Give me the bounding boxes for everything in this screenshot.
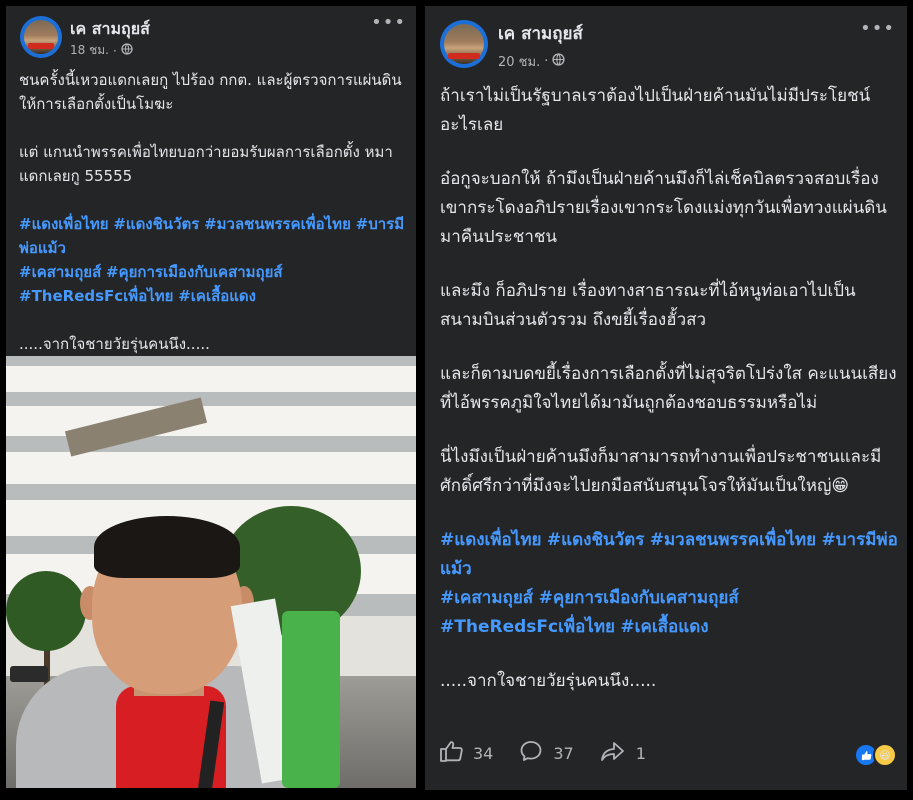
post-meta: 20 ชม. · — [498, 51, 565, 72]
author-avatar[interactable] — [440, 20, 488, 68]
comment-icon — [519, 740, 543, 766]
reaction-summary[interactable]: 😆 — [854, 743, 897, 767]
hashtag-line: #แดงเพื่อไทย #แดงชินวัตร #มวลชนพรรคเพื่อ… — [440, 526, 898, 584]
author-name[interactable]: เค สามถุยส์ — [498, 20, 583, 47]
post-actions: 34 37 1 — [439, 740, 646, 766]
hashtag-link[interactable]: #แดงเพื่อไทย — [19, 215, 109, 233]
like-count: 34 — [473, 743, 494, 763]
post-time[interactable]: 20 ชม. — [498, 51, 540, 72]
hashtag-line: #เคสามถุยส์ #คุยการเมืองกับเคสามถุยส์ — [440, 584, 898, 613]
hashtag-line: #TheRedsFcเพื่อไทย #เคเสื้อแดง — [440, 613, 898, 642]
post-card-right: เค สามถุยส์ 20 ชม. · ••• ถ้าเราไม่เป็นรั… — [425, 6, 907, 790]
hashtag-link[interactable]: #เคสามถุยส์ — [440, 588, 533, 608]
post-paragraph: แต่ แกนนำพรรคเพื่อไทยบอกว่ายอมรับผลการเล… — [19, 143, 393, 185]
post-signature: .....จากใจชายวัยรุ่นคนนึง..... — [440, 671, 657, 691]
hashtag-link[interactable]: #เคสามถุยส์ — [19, 263, 101, 281]
hashtag-link[interactable]: #TheRedsFcเพื่อไทย — [440, 617, 615, 637]
hashtag-link[interactable]: #คุยการเมืองกับเคสามถุยส์ — [539, 588, 739, 608]
share-button[interactable]: 1 — [600, 740, 646, 766]
post-signature: .....จากใจชายวัยรุ่นคนนึง..... — [19, 335, 210, 353]
post-paragraph: นี่ไงมึงเป็นฝ่ายค้านมึงก็มาสามารถทำงานเพ… — [440, 447, 882, 496]
post-paragraph: อ๋อกูจะบอกให้ ถ้ามึงเป็นฝ่ายค้านมึงก็ไล่… — [440, 169, 887, 247]
post-paragraph: ชนครั้งนี้เหวอแดกเลยกู ไปร้อง กกต. และผู… — [19, 71, 402, 113]
haha-reaction-icon: 😆 — [873, 743, 897, 767]
post-paragraph: และมึง ก็อภิปราย เรื่องทางสาธารณะที่ไอ้ห… — [440, 281, 856, 330]
post-paragraph: ถ้าเราไม่เป็นรัฐบาลเราต้องไปเป็นฝ่ายค้าน… — [440, 86, 871, 135]
more-icon[interactable]: ••• — [860, 18, 895, 39]
hashtag-link[interactable]: #คุยการเมืองกับเคสามถุยส์ — [106, 263, 283, 281]
post-paragraph: และก็ตามบดขยี้เรื่องการเลือกตั้งที่ไม่สุ… — [440, 364, 897, 413]
post-card-left: เค สามถุยส์ 18 ชม. · ••• ชนครั้งนี้เหวอแ… — [6, 6, 416, 788]
hashtag-link[interactable]: #แดงชินวัตร — [547, 530, 644, 550]
post-body: ถ้าเราไม่เป็นรัฐบาลเราต้องไปเป็นฝ่ายค้าน… — [440, 82, 898, 696]
hashtag-line: #แดงเพื่อไทย #แดงชินวัตร #มวลชนพรรคเพื่อ… — [19, 212, 409, 260]
share-count: 1 — [635, 743, 646, 763]
like-icon — [439, 740, 463, 766]
hashtag-link[interactable]: #มวลชนพรรคเพื่อไทย — [650, 530, 816, 550]
hashtag-line: #TheRedsFcเพื่อไทย #เคเสื้อแดง — [19, 284, 409, 308]
share-icon — [600, 740, 626, 766]
comment-button[interactable]: 37 — [519, 740, 574, 766]
globe-icon — [121, 43, 133, 58]
post-body: ชนครั้งนี้เหวอแดกเลยกู ไปร้อง กกต. และผู… — [19, 68, 409, 356]
like-button[interactable]: 34 — [439, 740, 493, 766]
hashtag-link[interactable]: #เคเสื้อแดง — [178, 287, 256, 305]
author-avatar[interactable] — [20, 16, 62, 58]
post-meta: 18 ชม. · — [70, 41, 133, 60]
hashtag-link[interactable]: #TheRedsFcเพื่อไทย — [19, 287, 173, 305]
post-time[interactable]: 18 ชม. — [70, 41, 109, 60]
hashtag-link[interactable]: #แดงเพื่อไทย — [440, 530, 542, 550]
globe-icon — [552, 53, 565, 70]
author-name[interactable]: เค สามถุยส์ — [70, 17, 150, 42]
hashtag-line: #เคสามถุยส์ #คุยการเมืองกับเคสามถุยส์ — [19, 260, 409, 284]
more-icon[interactable]: ••• — [371, 12, 406, 33]
hashtag-link[interactable]: #มวลชนพรรคเพื่อไทย — [204, 215, 351, 233]
comment-count: 37 — [553, 743, 574, 763]
post-photo[interactable] — [6, 356, 416, 788]
hashtag-link[interactable]: #แดงชินวัตร — [113, 215, 199, 233]
hashtag-link[interactable]: #เคเสื้อแดง — [620, 617, 708, 637]
